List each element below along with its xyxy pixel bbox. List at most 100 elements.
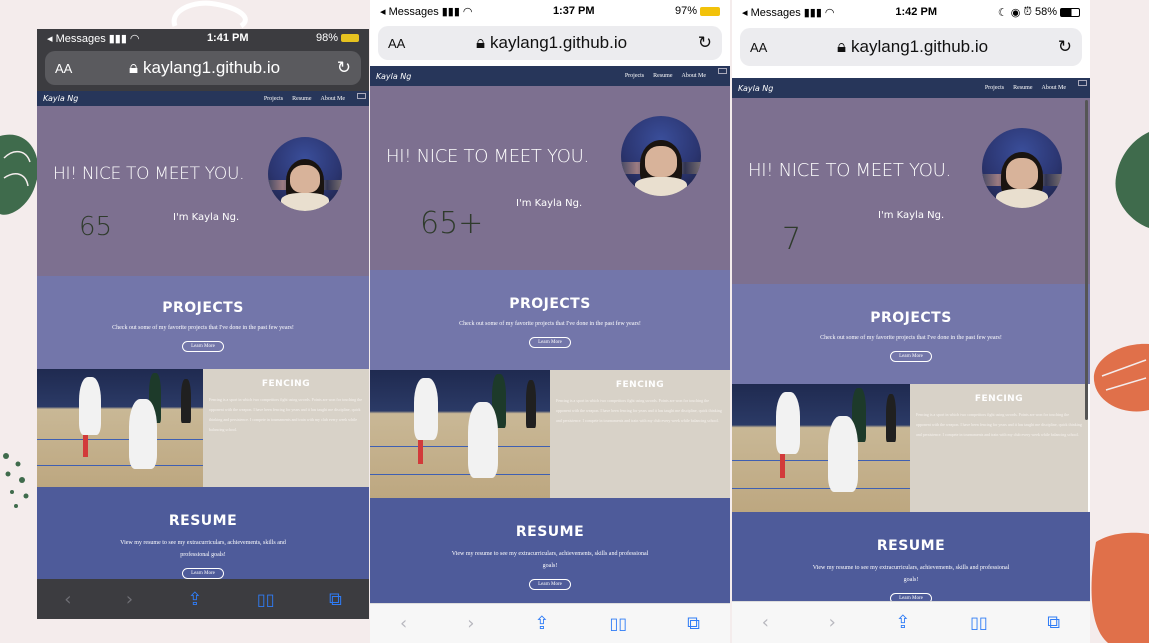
status-bar: ◂ Messages ▮▮▮ ◠ 1:41 PM 98%: [37, 29, 369, 47]
address-bar[interactable]: AA 🔒︎ kaylang1.github.io ↻: [740, 28, 1082, 66]
battery-icon: [699, 6, 720, 16]
back-to-messages[interactable]: ◂ Messages: [47, 32, 106, 45]
nav-resume[interactable]: Resume: [292, 96, 311, 102]
decor-green-leaf-right: [1115, 132, 1149, 228]
signal-icon: ▮▮▮: [441, 5, 460, 18]
url-text[interactable]: kaylang1.github.io: [851, 37, 988, 57]
fencing-panel: FENCING Fencing is a sport in which two …: [550, 370, 730, 498]
nav-about[interactable]: About Me: [682, 73, 707, 79]
site-logo[interactable]: Kayla Ng: [43, 94, 78, 103]
fencing-text: Fencing is a sport in which two competit…: [209, 397, 362, 432]
battery-percent: 97%: [674, 5, 697, 17]
projects-learn-more-button[interactable]: Learn More: [529, 337, 571, 348]
site-logo[interactable]: Kayla Ng: [376, 72, 411, 81]
fencing-panel: FENCING Fencing is a sport in which two …: [910, 384, 1088, 512]
menu-icon[interactable]: [1078, 80, 1087, 86]
nav-projects[interactable]: Projects: [985, 85, 1004, 91]
lock-icon: 🔒︎: [129, 58, 139, 77]
handwritten-score: 7: [782, 222, 802, 257]
lock-icon: 🔒︎: [476, 33, 486, 52]
nav-about[interactable]: About Me: [1042, 85, 1067, 91]
address-bar[interactable]: AA 🔒︎ kaylang1.github.io ↻: [45, 51, 361, 85]
hero-subtitle: I'm Kayla Ng.: [878, 210, 945, 221]
resume-text: View my resume to see my extracurricular…: [120, 540, 286, 558]
phone-screenshot-2: ◂ Messages ▮▮▮ ◠ 1:37 PM 97% AA 🔒︎ kaylan…: [370, 0, 730, 643]
hero-section: HI! NICE TO MEET YOU. I'm Kayla Ng. 65+: [370, 86, 730, 270]
nav-resume[interactable]: Resume: [653, 73, 672, 79]
back-to-messages[interactable]: ◂ Messages: [742, 6, 801, 19]
decor-orange-leaf-right: [1093, 343, 1149, 412]
tabs-icon[interactable]: ⧉: [329, 589, 342, 610]
resume-title: RESUME: [168, 513, 238, 529]
wifi-icon: ◠: [824, 6, 835, 19]
projects-learn-more-button[interactable]: Learn More: [890, 351, 932, 362]
lock-icon: 🔒︎: [837, 37, 847, 56]
nav-projects[interactable]: Projects: [625, 73, 644, 79]
menu-icon[interactable]: [357, 93, 366, 99]
back-icon[interactable]: ‹: [762, 612, 769, 633]
forward-icon[interactable]: ›: [467, 613, 474, 634]
nav-projects[interactable]: Projects: [264, 96, 283, 102]
site-navbar: Kayla Ng Projects Resume About Me: [370, 66, 730, 86]
handwritten-score: 65+: [420, 206, 484, 241]
resume-learn-more-button[interactable]: Learn More: [182, 568, 224, 579]
bookmarks-icon[interactable]: ▯▯: [257, 590, 275, 609]
url-text[interactable]: kaylang1.github.io: [143, 58, 280, 78]
decor-orange-blob-bottom-right: [1091, 532, 1149, 643]
reader-aa-button[interactable]: AA: [750, 40, 767, 55]
profile-photo: [268, 137, 342, 211]
back-icon[interactable]: ‹: [400, 613, 407, 634]
url-text[interactable]: kaylang1.github.io: [490, 33, 627, 53]
decor-dots-left: [3, 453, 29, 508]
site-logo[interactable]: Kayla Ng: [738, 84, 773, 93]
reader-aa-button[interactable]: AA: [388, 36, 405, 51]
forward-icon[interactable]: ›: [126, 589, 133, 610]
reload-icon[interactable]: ↻: [1058, 37, 1072, 57]
fencing-text: Fencing is a sport in which two competit…: [556, 398, 722, 423]
tabs-icon[interactable]: ⧉: [687, 613, 700, 634]
fencing-text: Fencing is a sport in which two competit…: [916, 412, 1082, 437]
projects-title: PROJECTS: [509, 296, 591, 312]
decor-green-leaf-left: [0, 134, 39, 215]
reader-aa-button[interactable]: AA: [55, 61, 72, 76]
nav-resume[interactable]: Resume: [1013, 85, 1032, 91]
fencing-photo: [370, 370, 550, 498]
back-to-messages[interactable]: ◂ Messages: [380, 5, 439, 18]
resume-learn-more-button[interactable]: Learn More: [529, 579, 571, 590]
safari-toolbar: ‹ › ⇪ ▯▯ ⧉: [732, 601, 1090, 643]
projects-title: PROJECTS: [162, 300, 244, 316]
share-icon[interactable]: ⇪: [895, 612, 910, 633]
safari-toolbar: ‹ › ⇪ ▯▯ ⧉: [370, 603, 730, 643]
website-viewport: Kayla Ng Projects Resume About Me HI! NI…: [370, 66, 730, 606]
resume-section: RESUME View my resume to see my extracur…: [732, 512, 1090, 604]
scrollbar[interactable]: [1085, 100, 1088, 420]
hero-subtitle: I'm Kayla Ng.: [516, 198, 583, 209]
projects-text: Check out some of my favorite projects t…: [459, 321, 641, 327]
fencing-section: FENCING Fencing is a sport in which two …: [370, 370, 730, 498]
safari-toolbar: ‹ › ⇪ ▯▯ ⧉: [37, 579, 369, 619]
forward-icon[interactable]: ›: [829, 612, 836, 633]
menu-icon[interactable]: [718, 68, 727, 74]
hero-section: HI! NICE TO MEET YOU. I'm Kayla Ng. 65: [37, 106, 369, 276]
projects-learn-more-button[interactable]: Learn More: [182, 341, 224, 352]
battery-percent: 58%: [1034, 6, 1057, 18]
back-icon[interactable]: ‹: [64, 589, 71, 610]
hero-title: HI! NICE TO MEET YOU.: [748, 160, 951, 181]
bookmarks-icon[interactable]: ▯▯: [970, 613, 988, 632]
fencing-title: FENCING: [615, 380, 665, 390]
tabs-icon[interactable]: ⧉: [1047, 612, 1060, 633]
fencing-photo: [37, 369, 203, 487]
fencing-photo: [732, 384, 910, 512]
nav-about[interactable]: About Me: [321, 96, 346, 102]
fencing-title: FENCING: [974, 394, 1024, 404]
resume-title: RESUME: [515, 524, 585, 540]
address-bar[interactable]: AA 🔒︎ kaylang1.github.io ↻: [378, 26, 722, 60]
reload-icon[interactable]: ↻: [337, 58, 351, 78]
resume-section: RESUME View my resume to see my extracur…: [37, 487, 369, 581]
share-icon[interactable]: ⇪: [534, 613, 549, 634]
reload-icon[interactable]: ↻: [698, 33, 712, 53]
share-icon[interactable]: ⇪: [187, 589, 202, 610]
bookmarks-icon[interactable]: ▯▯: [610, 614, 628, 633]
resume-text: View my resume to see my extracurricular…: [451, 551, 649, 569]
fencing-title: FENCING: [261, 379, 311, 389]
